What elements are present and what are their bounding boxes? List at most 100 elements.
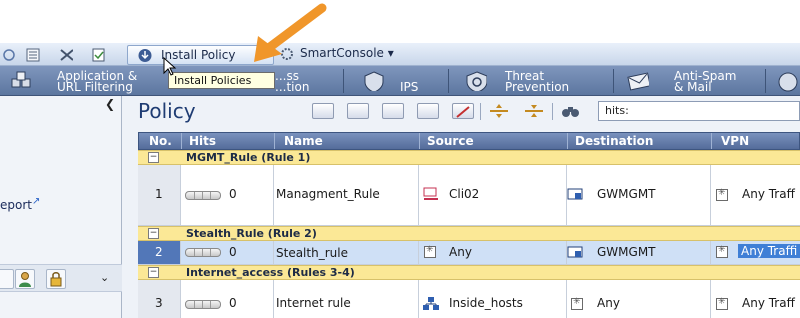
tab-separator [765,69,766,93]
delete-rule-glyph [456,106,470,118]
main-toolbar [0,43,800,66]
external-link-icon: ↗ [31,196,41,207]
section-name: MGMT_Rule (Rule 1) [186,151,311,164]
rule-number-cell: 1 [138,165,181,225]
add-rule-below-icon[interactable] [417,103,439,119]
add-rule-above-icon[interactable] [382,103,404,119]
tab-application-url-filtering[interactable]: Application & URL Filtering [0,66,150,96]
section-name: Stealth_Rule (Rule 2) [186,227,317,240]
binoculars-search-icon[interactable] [560,103,582,119]
mouse-cursor-icon [163,57,177,76]
col-hits-header[interactable]: Hits [189,134,216,148]
hits-count: 0 [229,245,237,259]
source-value: Any [449,245,472,259]
toolbar-separator [480,103,481,120]
install-policy-button[interactable]: Install Policy [127,45,274,65]
section-header[interactable]: − Stealth_Rule (Rule 2) [138,226,800,241]
hits-count: 0 [229,296,237,310]
search-input[interactable]: hits: [598,101,800,121]
more-tools-chevron-icon[interactable]: ⌄ [100,271,109,284]
rule-number-cell: 3 [138,280,181,318]
name-cell[interactable]: Stealth_rule [274,241,419,264]
collapse-section-icon[interactable]: − [148,267,159,278]
next-blade-icon[interactable] [776,71,800,93]
section-name: Internet_access (Rules 3-4) [186,266,355,279]
source-value: Inside_hosts [449,296,523,310]
clipboard-icon[interactable] [91,47,106,62]
any-icon [716,245,728,258]
vpn-value-selected: Any Traffi [738,244,800,258]
toolbar-separator [552,103,553,120]
hits-level-bar [185,300,221,309]
destination-value: GWMGMT [597,245,656,259]
tab-data-protection[interactable]: ...ss ...tion [275,66,335,96]
destination-cell[interactable]: GWMGMT [567,165,711,225]
name-cell[interactable]: Managment_Rule [274,165,419,225]
tab-ips[interactable]: IPS [345,66,445,96]
network-icon [423,297,439,310]
col-destination-header[interactable]: Destination [575,134,653,148]
col-separator [419,133,420,149]
left-tools-bar: ⌄ [0,264,122,292]
vpn-cell[interactable]: Any Traffi [711,241,800,264]
tab-separator [343,69,344,93]
hits-cell: 0 [181,241,274,264]
anti-spam-mail-icon [627,72,649,91]
tab-anti-spam-mail[interactable]: Anti-Spam & Mail [615,66,765,96]
delete-rule-icon[interactable] [452,103,474,119]
tab-app-line2: URL Filtering [57,80,133,94]
move-up-icon[interactable] [488,103,510,119]
table-row-selected[interactable]: 2 0 Stealth_rule Any GWMGMT Any Traffi [138,241,800,265]
tab-separator [448,69,449,93]
tools-icon[interactable] [58,47,73,62]
col-name-header[interactable]: Name [284,134,323,148]
destination-cell[interactable]: GWMGMT [567,241,711,264]
grid-icon[interactable] [0,269,14,289]
refresh-icon[interactable] [2,47,17,62]
source-cell[interactable]: Inside_hosts [419,280,567,318]
rule-name: Managment_Rule [276,187,380,201]
hits-level-bar [185,191,221,200]
report-label: eport [0,198,32,212]
blade-tab-bar: Application & URL Filtering ...ss ...tio… [0,66,800,96]
install-policy-icon [138,49,152,62]
table-row[interactable]: 1 0 Managment_Rule Cli02 GWMGMT Any Traf… [138,165,800,226]
hits-level-bar [185,248,221,257]
list-icon[interactable] [25,47,40,62]
rule-number: 1 [155,187,163,201]
source-cell[interactable]: Cli02 [419,165,567,225]
table-row[interactable]: 3 0 Internet rule Inside_hosts Any Any T… [138,280,800,318]
report-link[interactable]: eport↗ [0,196,40,212]
tab-threat-line2: Prevention [505,80,570,94]
hits-cell: 0 [181,280,274,318]
user-icon[interactable] [15,269,35,289]
lock-icon[interactable] [46,269,66,289]
host-icon [423,187,438,200]
vpn-cell[interactable]: Any Traff [711,165,800,225]
collapse-panel-icon[interactable]: ❮ [105,97,115,111]
rule-number-cell: 2 [138,241,181,264]
vpn-cell[interactable]: Any Traff [711,280,800,318]
hits-cell: 0 [181,165,274,225]
gateway-icon [567,246,583,258]
install-policies-tooltip: Install Policies [168,72,275,89]
col-vpn-header[interactable]: VPN [721,134,749,148]
destination-cell[interactable]: Any [567,280,711,318]
col-source-header[interactable]: Source [427,134,474,148]
section-header[interactable]: − MGMT_Rule (Rule 1) [138,150,800,165]
name-cell[interactable]: Internet rule [274,280,419,318]
col-no-header[interactable]: No. [149,134,172,148]
add-rule-bottom-icon[interactable] [347,103,369,119]
padlock-icon [50,272,62,287]
collapse-section-icon[interactable]: − [148,228,159,239]
destination-value: GWMGMT [597,187,656,201]
user-figure-icon [19,272,31,287]
section-header[interactable]: − Internet_access (Rules 3-4) [138,265,800,280]
add-rule-top-icon[interactable] [312,103,334,119]
col-separator [274,133,275,149]
move-down-icon[interactable] [523,103,545,119]
collapse-section-icon[interactable]: − [148,152,159,163]
page-title: Policy [138,99,196,123]
source-cell[interactable]: Any [419,241,567,264]
tab-threat-prevention[interactable]: Threat Prevention [450,66,610,96]
